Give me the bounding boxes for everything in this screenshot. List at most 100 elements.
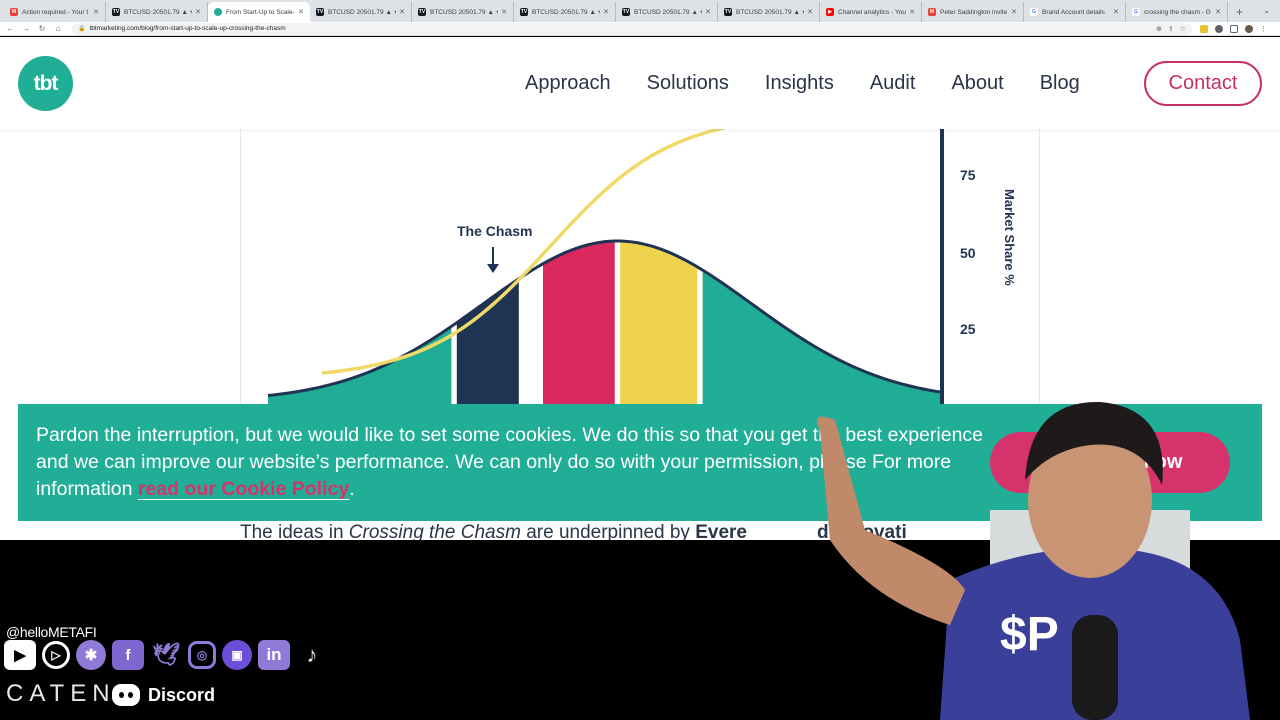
instagram-icon: ◎	[188, 641, 216, 669]
zoom-icon[interactable]: ⊕	[1156, 25, 1162, 33]
tab-title: From Start-Up to Scale-	[226, 8, 295, 16]
close-tab-icon[interactable]: ✕	[1113, 8, 1119, 16]
browser-tab[interactable]: M Peter Saddington invite ✕	[922, 2, 1024, 22]
tradingview-icon: TV	[724, 8, 732, 16]
close-tab-icon[interactable]: ✕	[93, 8, 99, 16]
browser-tab[interactable]: M Action required - Your t ✕	[4, 2, 106, 22]
odysee-icon: ✱	[76, 640, 106, 670]
side-panel-icon[interactable]	[1230, 24, 1238, 33]
tab-title: BTCUSD 20501.79 ▲ +0	[430, 8, 499, 16]
browser-menu-icon[interactable]: ⋮	[1260, 25, 1267, 33]
browser-tab[interactable]: TV BTCUSD 20501.79 ▲ +0 ✕	[412, 2, 514, 22]
tab-title: crossing the chasm - G	[1144, 8, 1211, 16]
y-axis-label: Market Share %	[1002, 189, 1017, 286]
browser-tab[interactable]: TV BTCUSD 20501.79 ▲ +0 ✕	[106, 2, 208, 22]
nav-approach[interactable]: Approach	[525, 72, 611, 95]
lock-icon: 🔒	[78, 26, 86, 32]
tab-title: BTCUSD 20501.79 ▲ +0	[634, 8, 703, 16]
tradingview-icon: TV	[418, 8, 426, 16]
browser-tab[interactable]: TV BTCUSD 20501.79 ▲ +0 ✕	[718, 2, 820, 22]
segment-area-0	[268, 326, 452, 416]
close-tab-icon[interactable]: ✕	[1011, 8, 1017, 16]
home-icon[interactable]: ⌂	[52, 24, 64, 33]
logo-text: tbt	[33, 71, 59, 95]
nav-audit[interactable]: Audit	[870, 72, 916, 95]
tab-search-icon[interactable]: ⌄	[1263, 6, 1270, 15]
close-tab-icon[interactable]: ✕	[399, 8, 405, 16]
close-tab-icon[interactable]: ✕	[195, 8, 201, 16]
extension-icon[interactable]	[1200, 24, 1208, 33]
tab-title: BTCUSD 20501.79 ▲ +0	[736, 8, 805, 16]
y-tick-label: 75	[960, 167, 976, 183]
shirt-logo: $P	[1000, 608, 1059, 661]
linkedin-icon: in	[258, 640, 290, 670]
google-icon: G	[1132, 8, 1140, 16]
browser-toolbar: ← → ↻ ⌂ 🔒 tbtmarketing.com/blog/from-sta…	[0, 22, 1280, 36]
tab-title: BTCUSD 20501.79 ▲ +0	[328, 8, 397, 16]
social-handle: @helloMETAFI	[6, 624, 97, 640]
close-tab-icon[interactable]: ✕	[705, 8, 711, 16]
chasm-annotation: The Chasm	[457, 223, 532, 239]
y-tick-label: 25	[960, 321, 976, 337]
segment-area-2	[543, 241, 615, 416]
chasm-chart: The Chasm 7550250 Market Share % 2.5%13.…	[267, 129, 1017, 423]
tbt-logo[interactable]: tbt	[18, 56, 73, 111]
tradingview-icon: TV	[520, 8, 528, 16]
url-text: tbtmarketing.com/blog/from-start-up-to-s…	[89, 25, 286, 32]
back-icon[interactable]: ←	[4, 24, 16, 33]
y-tick-label: 50	[960, 245, 976, 261]
close-tab-icon[interactable]: ✕	[909, 8, 915, 16]
twitter-icon: 🕊	[152, 642, 180, 667]
close-tab-icon[interactable]: ✕	[807, 8, 813, 16]
browser-tab[interactable]: G Brand Account details ✕	[1024, 2, 1126, 22]
nav-about[interactable]: About	[951, 72, 1003, 95]
webcam-presenter: $P	[817, 401, 1250, 720]
rumble-icon: ▷	[42, 641, 70, 669]
profile-avatar[interactable]	[1245, 24, 1253, 33]
nav-solutions[interactable]: Solutions	[647, 72, 729, 95]
share-icon[interactable]: ⇪	[1168, 25, 1174, 33]
tbt-site-icon	[214, 8, 222, 16]
discord-icon	[112, 684, 140, 706]
browser-tab[interactable]: TV BTCUSD 20501.79 ▲ +0 ✕	[616, 2, 718, 22]
gmail-icon: M	[10, 8, 18, 16]
discord-label: Discord	[148, 684, 216, 705]
discord-badge: Discord	[112, 684, 215, 706]
twitch-icon: ▣	[222, 640, 252, 670]
article-text-1: The ideas in	[240, 522, 349, 540]
gmail-icon: M	[928, 8, 936, 16]
youtube-icon: ▶	[826, 8, 834, 16]
contact-button[interactable]: Contact	[1144, 61, 1262, 106]
browser-tab[interactable]: TV BTCUSD 20501.79 ▲ +0 ✕	[310, 2, 412, 22]
reload-icon[interactable]: ↻	[36, 24, 48, 33]
cookie-message-end: .	[349, 478, 355, 500]
browser-tab[interactable]: Gcrossing the chasm - G ✕	[1126, 2, 1228, 22]
browser-tab[interactable]: TV BTCUSD 20501.79 ▲ +0 ✕	[514, 2, 616, 22]
new-tab-button[interactable]: +	[1228, 2, 1251, 22]
browser-tab[interactable]: ▶ Channel analytics - You ✕	[820, 2, 922, 22]
tab-title: Channel analytics - You	[838, 8, 906, 16]
nav-blog[interactable]: Blog	[1040, 72, 1080, 95]
browser-tabstrip: M Action required - Your t ✕ TV BTCUSD 20501…	[0, 0, 1280, 22]
tab-title: Action required - Your t	[22, 8, 89, 16]
close-tab-icon[interactable]: ✕	[1215, 8, 1221, 16]
segment-area-3	[620, 241, 698, 416]
cookie-policy-link[interactable]: read our Cookie Policy	[138, 478, 349, 500]
close-tab-icon[interactable]: ✕	[501, 8, 507, 16]
extensions-puzzle-icon[interactable]	[1215, 24, 1223, 33]
close-tab-icon[interactable]: ✕	[603, 8, 609, 16]
tab-title: Peter Saddington invite	[940, 8, 1008, 16]
close-tab-icon[interactable]: ✕	[298, 8, 304, 16]
browser-tab[interactable]: From Start-Up to Scale- ✕	[208, 2, 310, 22]
tab-title: BTCUSD 20501.79 ▲ +0	[532, 8, 601, 16]
nav-insights[interactable]: Insights	[765, 72, 834, 95]
google-icon: G	[1030, 8, 1038, 16]
article-text-2: are underpinned by	[520, 522, 696, 540]
bookmark-star-icon[interactable]: ☆	[1180, 25, 1186, 33]
address-bar[interactable]: 🔒 tbtmarketing.com/blog/from-start-up-to…	[72, 22, 1192, 35]
raised-hand	[817, 416, 965, 625]
article-book-title: Crossing the Chasm	[348, 522, 521, 540]
forward-icon[interactable]: →	[20, 24, 32, 33]
tradingview-icon: TV	[622, 8, 630, 16]
social-icons: ▶ ▷ ✱ f 🕊 ◎ ▣ in ♪	[4, 640, 328, 670]
